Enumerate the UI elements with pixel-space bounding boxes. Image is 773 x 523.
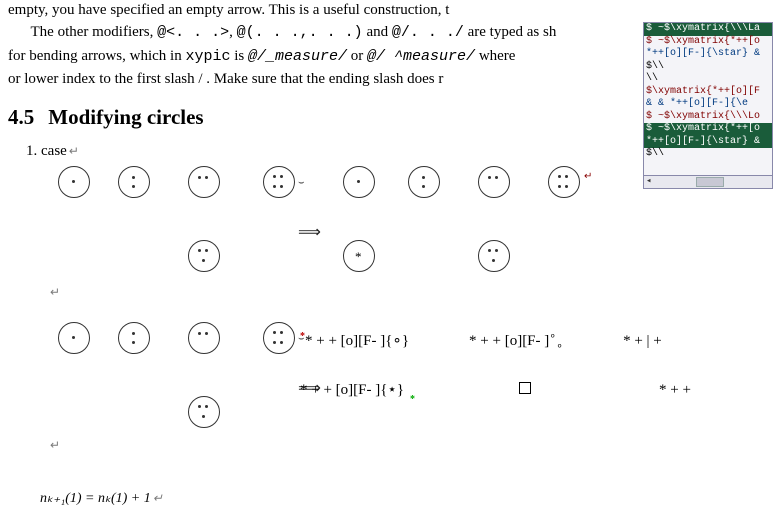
formula: ** + + [o][F- ]{∘} [300,326,409,356]
txt: is [230,48,248,64]
circle-face [118,166,150,198]
circle-face [188,166,220,198]
circle-face [548,166,580,198]
section-title: Modifying circles [48,105,203,129]
txt: for bending arrows, which in [8,48,185,64]
txt: are typed as sh [464,24,556,40]
formula: * + + [659,375,691,405]
circle-face [188,240,220,272]
txt: The other modifiers, [31,24,158,40]
return-icon: ↵ [50,284,60,300]
panel-line: $\\ [644,61,772,74]
txt: where [475,48,515,64]
return-icon: ↵ [69,144,79,158]
body-line-1: empty, you have specified an empty arrow… [8,0,765,20]
scroll-thumb[interactable] [696,177,724,187]
circle-face [188,396,220,428]
code: xypic [185,48,230,65]
txt: or [347,48,367,64]
circle-face [263,166,295,198]
formula: * + + [o][F- ]∘∘ [469,325,563,357]
equation-line: nₖ₊₁(1) = nₖ(1) + 1↵ [40,490,163,509]
panel-line: $ ~$\xymatrix{\\\La [644,23,772,36]
return-icon: ↵ [50,437,60,453]
code: @<. . .> [157,24,229,41]
txt: and [363,24,392,40]
section-number: 4.5 [8,105,34,129]
arrow-icon: ⟹ [298,222,321,244]
panel-line: *++[o][F-]{\star} & [644,48,772,61]
panel-line: & & *++[o][F-]{\e [644,98,772,111]
panel-line: \\ [644,73,772,86]
code: @/ ^measure/ [367,48,475,65]
formula-block: ** + + [o][F- ]{∘} * + + [o][F- ]∘∘ * + … [300,325,691,405]
circle-face [343,166,375,198]
code: @(. . .,. . .) [237,24,363,41]
scroll-left-icon[interactable]: ◂ [646,176,651,187]
tick-icon: ↵ [584,170,592,184]
circle-face [58,166,90,198]
panel-line: $ ~$\xymatrix{*++[o [644,36,772,49]
code-sidepanel: $ ~$\xymatrix{\\\La $ ~$\xymatrix{*++[o … [643,22,773,189]
circle-face [263,322,295,354]
circle-face-star [343,240,375,272]
code: @/. . ./ [392,24,464,41]
panel-line: $\\ [644,148,772,161]
formula-square [519,375,531,405]
txt: , [229,24,237,40]
panel-scrollbar[interactable]: ◂ [644,175,772,188]
formula: * + | + [623,326,662,356]
panel-line: $ ~$\xymatrix{\\\Lo [644,111,772,124]
circle-face [118,322,150,354]
case-text: 1. case [26,143,67,159]
circle-face [478,240,510,272]
tick-icon: ⌣ [298,176,305,190]
formula: * + + [o][F- ]{⋆}* [300,375,409,405]
circle-face [478,166,510,198]
circle-face [58,322,90,354]
code: @/_measure/ [248,48,347,65]
panel-line: $ ~$\xymatrix{*++[o [644,123,772,136]
circle-face [408,166,440,198]
panel-line: $\xymatrix{*++[o][F [644,86,772,99]
panel-line: *++[o][F-]{\star} & [644,136,772,149]
circle-face [188,322,220,354]
return-icon: ↵ [153,491,163,505]
